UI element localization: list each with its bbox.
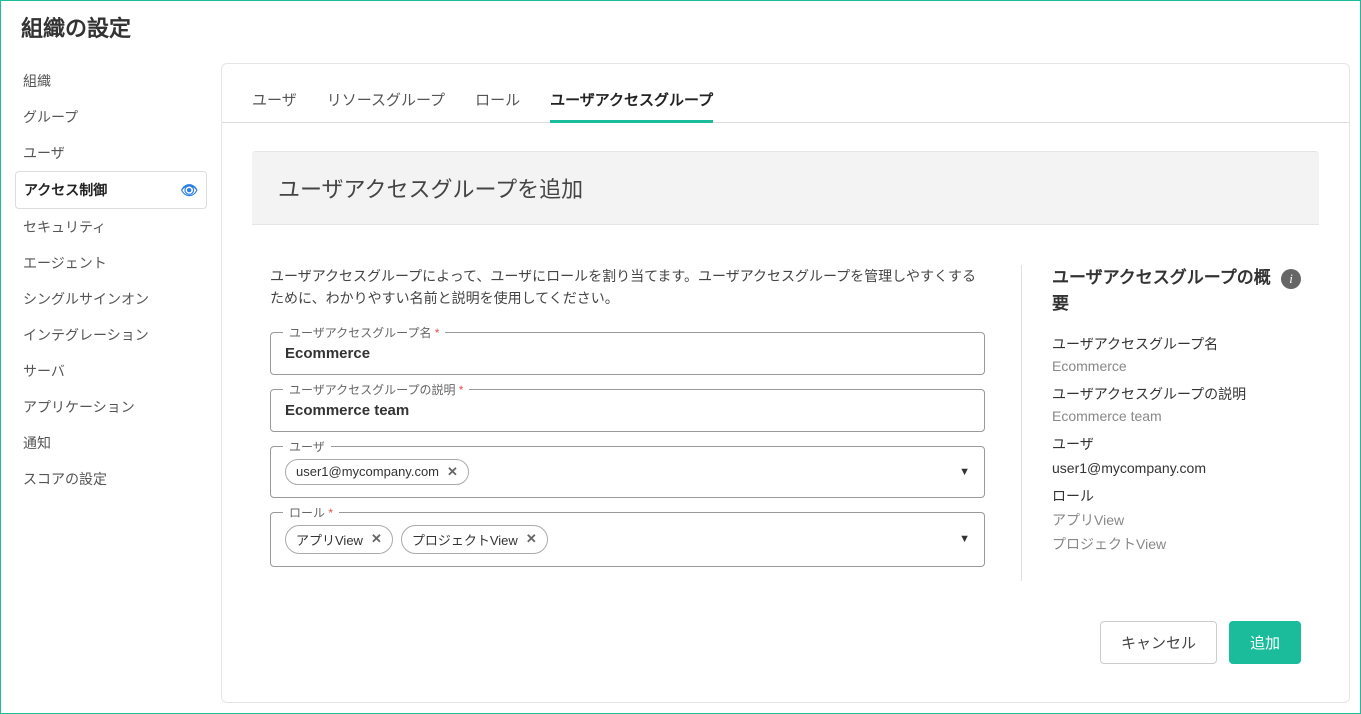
- tab-user-access-group[interactable]: ユーザアクセスグループ: [550, 89, 713, 123]
- field-label: ユーザアクセスグループ名 *: [283, 324, 445, 341]
- tab-user[interactable]: ユーザ: [252, 89, 297, 122]
- sidebar-item-label: エージェント: [23, 253, 107, 273]
- footer-actions: キャンセル 追加: [222, 621, 1349, 694]
- sidebar-item-label: セキュリティ: [23, 217, 106, 237]
- sidebar-item-access-control[interactable]: アクセス制御 👁: [15, 171, 207, 209]
- close-icon[interactable]: ✕: [526, 531, 537, 547]
- sidebar-item-integration[interactable]: インテグレーション: [15, 317, 207, 353]
- group-name-input[interactable]: [285, 345, 970, 362]
- tabs: ユーザ リソースグループ ロール ユーザアクセスグループ: [222, 64, 1349, 123]
- sidebar-item-application[interactable]: アプリケーション: [15, 389, 207, 425]
- add-button[interactable]: 追加: [1229, 621, 1301, 664]
- eye-icon: 👁: [180, 182, 198, 199]
- tab-role[interactable]: ロール: [475, 89, 520, 122]
- form-column: ユーザアクセスグループによって、ユーザにロールを割り当てます。ユーザアクセスグル…: [270, 265, 985, 581]
- sidebar-item-label: 通知: [23, 433, 51, 453]
- info-icon[interactable]: i: [1281, 269, 1301, 289]
- sidebar: 組織 グループ ユーザ アクセス制御 👁 セキュリティ エージェント シングルサ…: [1, 63, 221, 703]
- close-icon[interactable]: ✕: [447, 464, 458, 480]
- sidebar-item-label: アクセス制御: [24, 180, 107, 200]
- form-description: ユーザアクセスグループによって、ユーザにロールを割り当てます。ユーザアクセスグル…: [270, 265, 985, 310]
- summary-title: ユーザアクセスグループの概要: [1052, 265, 1281, 316]
- field-role[interactable]: ロール * アプリView ✕ プロジェクトView ✕ ▼: [270, 512, 985, 567]
- sidebar-item-security[interactable]: セキュリティ: [15, 209, 207, 245]
- chip-label: user1@mycompany.com: [296, 464, 439, 479]
- chevron-down-icon[interactable]: ▼: [959, 466, 970, 478]
- field-label: ユーザアクセスグループの説明 *: [283, 381, 469, 398]
- sidebar-item-label: インテグレーション: [23, 325, 149, 345]
- field-group-description[interactable]: ユーザアクセスグループの説明 *: [270, 389, 985, 432]
- summary-desc-value: Ecommerce team: [1052, 408, 1301, 424]
- sidebar-item-label: アプリケーション: [23, 397, 135, 417]
- sidebar-item-agent[interactable]: エージェント: [15, 245, 207, 281]
- summary-name-value: Ecommerce: [1052, 358, 1301, 374]
- summary-user-label: ユーザ: [1052, 434, 1301, 454]
- field-user[interactable]: ユーザ user1@mycompany.com ✕ ▼: [270, 446, 985, 498]
- field-label: ユーザ: [283, 438, 331, 455]
- sidebar-item-user[interactable]: ユーザ: [15, 135, 207, 171]
- chip-label: プロジェクトView: [412, 530, 518, 549]
- chip-role[interactable]: アプリView ✕: [285, 525, 393, 554]
- chip-role[interactable]: プロジェクトView ✕: [401, 525, 548, 554]
- chip-label: アプリView: [296, 530, 363, 549]
- panel-title: ユーザアクセスグループを追加: [252, 151, 1319, 225]
- summary-user-value: user1@mycompany.com: [1052, 460, 1301, 476]
- summary-desc-label: ユーザアクセスグループの説明: [1052, 384, 1301, 404]
- sidebar-item-sso[interactable]: シングルサインオン: [15, 281, 207, 317]
- tab-resource-group[interactable]: リソースグループ: [327, 89, 445, 122]
- summary-role-value: アプリView: [1052, 510, 1301, 530]
- summary-column: ユーザアクセスグループの概要 i ユーザアクセスグループ名 Ecommerce …: [1021, 265, 1301, 581]
- sidebar-item-organization[interactable]: 組織: [15, 63, 207, 99]
- field-group-name[interactable]: ユーザアクセスグループ名 *: [270, 332, 985, 375]
- sidebar-item-score-settings[interactable]: スコアの設定: [15, 461, 207, 497]
- chevron-down-icon[interactable]: ▼: [959, 533, 970, 545]
- sidebar-item-label: グループ: [23, 107, 78, 127]
- sidebar-item-label: サーバ: [23, 361, 65, 381]
- summary-role-label: ロール: [1052, 486, 1301, 506]
- sidebar-item-label: 組織: [23, 71, 51, 91]
- cancel-button[interactable]: キャンセル: [1100, 621, 1217, 664]
- summary-name-label: ユーザアクセスグループ名: [1052, 334, 1301, 354]
- sidebar-item-label: スコアの設定: [23, 469, 107, 489]
- sidebar-item-label: シングルサインオン: [23, 289, 149, 309]
- group-description-input[interactable]: [285, 402, 970, 419]
- sidebar-item-notification[interactable]: 通知: [15, 425, 207, 461]
- sidebar-item-group[interactable]: グループ: [15, 99, 207, 135]
- sidebar-item-server[interactable]: サーバ: [15, 353, 207, 389]
- close-icon[interactable]: ✕: [371, 531, 382, 547]
- chip-user[interactable]: user1@mycompany.com ✕: [285, 459, 469, 485]
- summary-role-value: プロジェクトView: [1052, 534, 1301, 554]
- field-label: ロール *: [283, 504, 339, 521]
- sidebar-item-label: ユーザ: [23, 143, 65, 163]
- content-panel: ユーザ リソースグループ ロール ユーザアクセスグループ ユーザアクセスグループ…: [221, 63, 1350, 703]
- page-title: 組織の設定: [1, 1, 1360, 63]
